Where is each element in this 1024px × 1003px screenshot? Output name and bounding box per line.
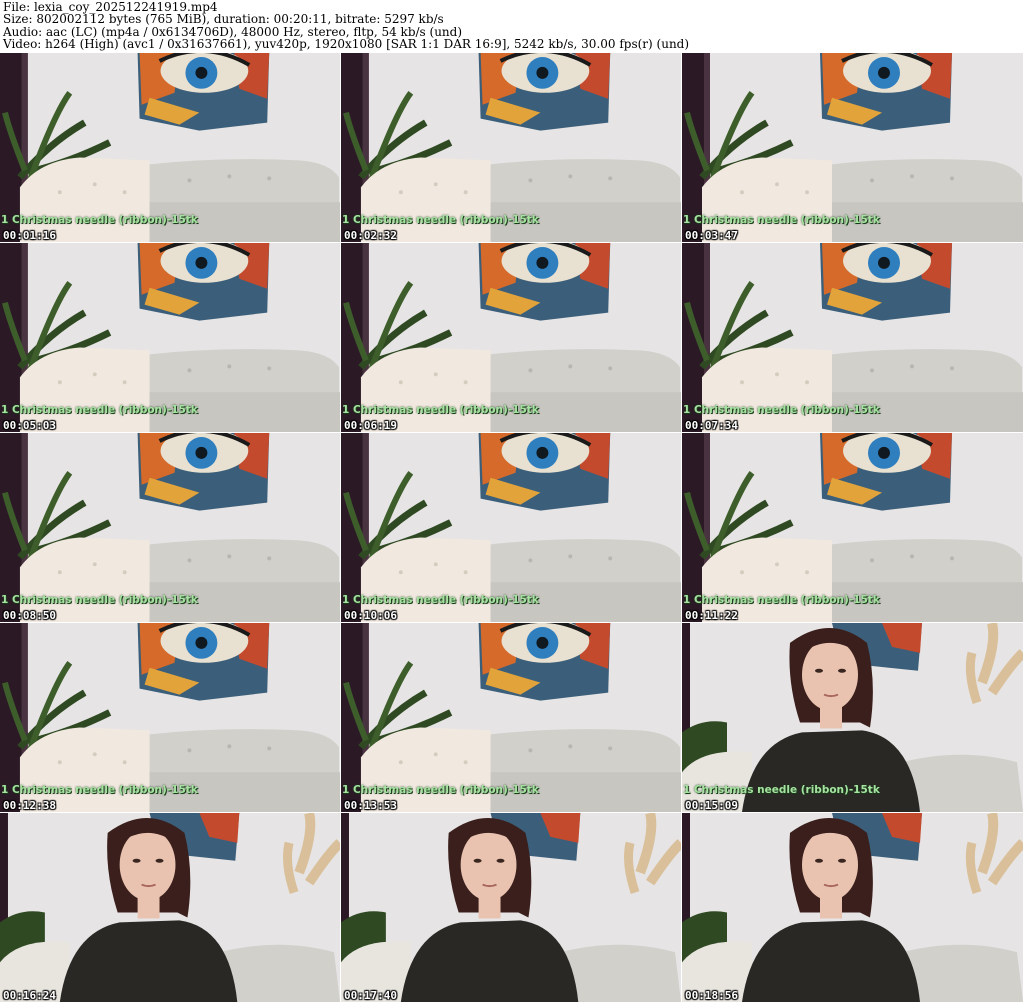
timestamp-label: 00:15:09 — [685, 799, 738, 812]
thumbnail-frame: 1 Christmas needle (ribbon)-15tk 00:13:53 — [341, 623, 682, 813]
overlay-caption: 1 Christmas needle (ribbon)-15tk — [683, 594, 880, 606]
sofa — [19, 157, 340, 242]
timestamp-label: 00:02:32 — [344, 229, 397, 242]
eye-painting — [478, 53, 611, 131]
thumbnail-frame: 1 Christmas needle (ribbon)-15tk 00:05:03 — [0, 243, 341, 433]
person-scene-image — [341, 813, 681, 1002]
sofa — [702, 537, 1023, 622]
thumbnail-frame: 1 Christmas needle (ribbon)-15tk 00:12:38 — [0, 623, 341, 813]
eye-painting — [137, 623, 270, 701]
eye-painting — [137, 243, 270, 321]
overlay-caption: 1 Christmas needle (ribbon)-15tk — [1, 784, 198, 796]
overlay-caption: 1 Christmas needle (ribbon)-15tk — [1, 214, 198, 226]
sofa — [19, 347, 340, 432]
person-scene-image — [0, 813, 340, 1002]
video-info-line: Video: h264 (High) (avc1 / 0x31637661), … — [3, 37, 690, 52]
person-scene-image — [682, 813, 1023, 1002]
eye-painting — [478, 623, 611, 701]
thumbnail-frame: 00:16:24 — [0, 813, 341, 1003]
sofa — [702, 347, 1023, 432]
timestamp-label: 00:17:40 — [344, 989, 397, 1002]
timestamp-label: 00:11:22 — [685, 609, 738, 622]
timestamp-label: 00:16:24 — [3, 989, 56, 1002]
thumbnail-frame: 1 Christmas needle (ribbon)-15tk 00:03:47 — [682, 53, 1024, 243]
overlay-caption: 1 Christmas needle (ribbon)-15tk — [683, 214, 880, 226]
thumbnail-frame: 00:18:56 — [682, 813, 1024, 1003]
overlay-caption: 1 Christmas needle (ribbon)-15tk — [683, 784, 880, 796]
file-info-header: File: lexia_coy_202512241919.mp4 Size: 8… — [0, 0, 1024, 52]
thumbnail-grid: 1 Christmas needle (ribbon)-15tk 00:01:16 — [0, 53, 1024, 1003]
sofa — [360, 157, 681, 242]
thumbnail-frame: 1 Christmas needle (ribbon)-15tk 00:07:34 — [682, 243, 1024, 433]
thumbnail-frame: 1 Christmas needle (ribbon)-15tk 00:10:06 — [341, 433, 682, 623]
timestamp-label: 00:06:19 — [344, 419, 397, 432]
timestamp-label: 00:13:53 — [344, 799, 397, 812]
timestamp-label: 00:18:56 — [685, 989, 738, 1002]
eye-painting — [137, 433, 270, 511]
file-size-line: Size: 802002112 bytes (765 MiB), duratio… — [3, 12, 444, 27]
overlay-caption: 1 Christmas needle (ribbon)-15tk — [1, 594, 198, 606]
thumbnail-frame: 1 Christmas needle (ribbon)-15tk 00:15:09 — [682, 623, 1024, 813]
overlay-caption: 1 Christmas needle (ribbon)-15tk — [342, 594, 539, 606]
overlay-caption: 1 Christmas needle (ribbon)-15tk — [342, 784, 539, 796]
eye-painting — [137, 53, 270, 131]
eye-painting — [478, 433, 611, 511]
overlay-caption: 1 Christmas needle (ribbon)-15tk — [342, 404, 539, 416]
thumbnail-frame: 1 Christmas needle (ribbon)-15tk 00:08:50 — [0, 433, 341, 623]
sofa — [19, 727, 340, 812]
thumbnail-frame: 1 Christmas needle (ribbon)-15tk 00:06:19 — [341, 243, 682, 433]
eye-painting — [820, 243, 952, 321]
timestamp-label: 00:03:47 — [685, 229, 738, 242]
sofa — [19, 537, 340, 622]
overlay-caption: 1 Christmas needle (ribbon)-15tk — [342, 214, 539, 226]
eye-painting — [820, 53, 952, 131]
sofa — [702, 157, 1023, 242]
timestamp-label: 00:07:34 — [685, 419, 738, 432]
eye-painting — [478, 243, 611, 321]
overlay-caption: 1 Christmas needle (ribbon)-15tk — [1, 404, 198, 416]
sofa — [360, 347, 681, 432]
timestamp-label: 00:12:38 — [3, 799, 56, 812]
sofa — [360, 537, 681, 622]
timestamp-label: 00:08:50 — [3, 609, 56, 622]
timestamp-label: 00:10:06 — [344, 609, 397, 622]
thumbnail-frame: 00:17:40 — [341, 813, 682, 1003]
timestamp-label: 00:01:16 — [3, 229, 56, 242]
thumbnail-frame: 1 Christmas needle (ribbon)-15tk 00:02:32 — [341, 53, 682, 243]
overlay-caption: 1 Christmas needle (ribbon)-15tk — [683, 404, 880, 416]
eye-painting — [820, 433, 952, 511]
thumbnail-frame: 1 Christmas needle (ribbon)-15tk 00:01:16 — [0, 53, 341, 243]
sofa — [360, 727, 681, 812]
thumbnail-frame: 1 Christmas needle (ribbon)-15tk 00:11:22 — [682, 433, 1024, 623]
timestamp-label: 00:05:03 — [3, 419, 56, 432]
